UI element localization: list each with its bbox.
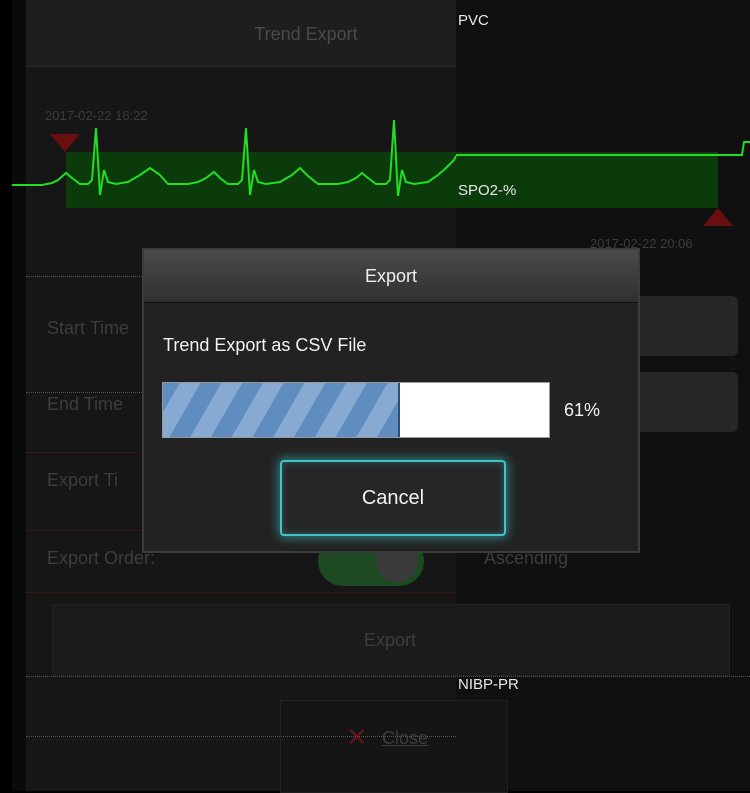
export-message: Trend Export as CSV File [163,335,367,355]
ecg-waveform [12,119,750,197]
progress-percent: 61% [564,400,601,420]
param-label-spo2: SPO2-% [458,182,517,199]
close-icon: ✕ [346,722,368,752]
param-label-nibp-pr: NIBP-PR [458,676,519,693]
end-time-marker-icon[interactable] [703,208,733,226]
progress-fill [163,383,401,437]
row-divider [26,736,456,737]
row-divider [26,676,750,677]
export-order-label: Export Order: [47,548,156,568]
param-label-pvc: PVC [458,12,489,29]
start-time-label: Start Time [47,318,130,338]
dialog-title: Trend Export [254,24,358,44]
cancel-button[interactable]: Cancel [280,460,506,536]
close-button-label: Close [382,728,429,748]
export-progress-bar [162,382,550,438]
export-button-label: Export [363,630,417,650]
end-time-label: End Time [47,394,124,414]
export-time-label: Export Ti [47,470,119,490]
modal-title: Export [364,266,418,286]
row-divider [26,592,456,593]
